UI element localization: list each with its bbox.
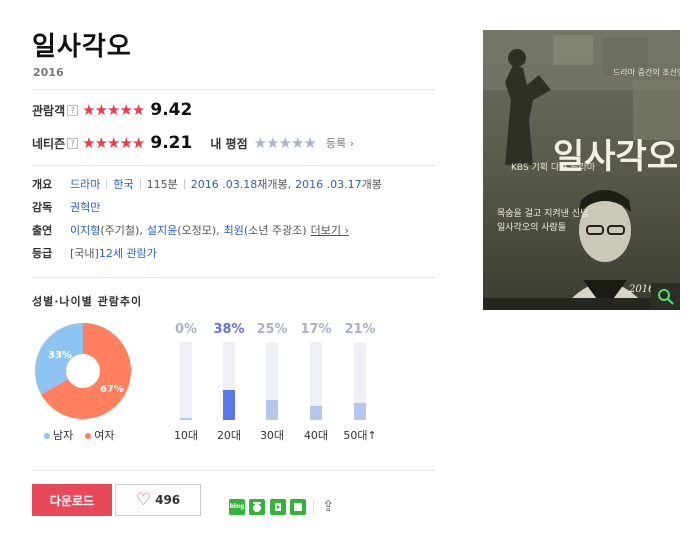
female-pct-label: 67% — [100, 384, 124, 395]
legend-female-label: 여자 — [94, 429, 115, 442]
age-bar — [223, 390, 235, 420]
divider — [313, 499, 314, 515]
age-pct-label: 0% — [174, 322, 198, 337]
age-bar-track — [354, 342, 366, 420]
grade-label: 등급 — [32, 247, 53, 260]
my-rating-stars[interactable]: ★★★★★ — [254, 134, 317, 152]
poster-title: 일사각오 — [553, 137, 678, 177]
age-label: 40대 — [303, 429, 329, 442]
female-dot-icon — [85, 433, 92, 439]
release-suffix: 개봉 — [361, 178, 382, 191]
trend-section-title: 성별·나이별 관람추이 — [32, 295, 143, 308]
download-button[interactable]: 다운로드 — [32, 484, 112, 516]
help-icon[interactable]: ? — [67, 137, 79, 149]
netizen-rating: 네티즌 ? ★★★★★ 9.21 내 평점 ★★★★★ 등록 › — [32, 132, 354, 154]
gender-legend: 남자 여자 — [44, 427, 115, 443]
age-bar-track — [223, 342, 235, 420]
age-bar — [310, 406, 322, 420]
age-bar-track — [266, 342, 278, 420]
age-pct-label: 17% — [300, 322, 332, 337]
cafe-icon[interactable] — [249, 499, 265, 515]
legend-male-label: 남자 — [53, 429, 74, 442]
poster-tagline-mid2: 일사각오의 사람들 — [497, 221, 566, 233]
age-label: 50대↑ — [343, 429, 377, 442]
overview-row: 개요 드라마 한국 115분 2016 .03.18 재개봉, 2016 .03… — [32, 176, 382, 192]
rerelease-date-link[interactable]: 2016 .03.18 — [191, 178, 257, 191]
poster-tagline-top: 드라마 중간의 조선인 마을의 도시 — [613, 67, 680, 77]
actor-link[interactable]: 최원 — [224, 222, 244, 238]
release-date-link[interactable]: 2016 .03.17 — [295, 178, 361, 191]
age-pct-label: 25% — [256, 322, 288, 337]
grade-link[interactable]: 12세 관람가 — [99, 245, 157, 261]
genre-link[interactable]: 드라마 — [70, 176, 100, 192]
actor-link[interactable]: 설지윤 — [147, 222, 177, 238]
age-column: 25% 30대 — [252, 322, 292, 443]
divider — [183, 179, 185, 189]
runtime: 115분 — [146, 178, 178, 191]
poster-image: 드라마 중간의 조선인 마을의 도시 KBS 기획 다큐 드라마 일사각오 목숨… — [483, 30, 680, 310]
movie-poster[interactable]: 드라마 중간의 조선인 마을의 도시 KBS 기획 다큐 드라마 일사각오 목숨… — [483, 30, 680, 310]
age-column: 38% 20대 — [209, 322, 249, 443]
actor-role: (오정모), — [177, 224, 220, 237]
age-column: 17% 40대 — [296, 322, 336, 443]
netizen-score: 9.21 — [150, 133, 193, 153]
age-bar — [354, 403, 366, 420]
legend-female: 여자 — [85, 427, 115, 443]
country-link[interactable]: 한국 — [113, 176, 133, 192]
audience-rating: 관람객 ? ★★★★★ 9.42 — [32, 99, 192, 121]
blog-icon[interactable]: blog — [229, 499, 245, 515]
actor-role: (소년 주광조) — [243, 224, 307, 237]
age-column: 0% 10대 — [166, 322, 206, 443]
actor-role: (주기철), — [100, 224, 143, 237]
memo-icon[interactable] — [290, 499, 306, 515]
male-dot-icon — [44, 433, 50, 439]
legend-male: 남자 — [44, 427, 73, 443]
more-cast-link[interactable]: 더보기 › — [311, 222, 349, 238]
netizen-rating-label: 네티즌 — [32, 136, 66, 151]
share-icon[interactable]: ⇪ — [322, 497, 335, 515]
age-label: 10대 — [173, 429, 199, 442]
cast-label: 출연 — [32, 224, 53, 237]
movie-title: 일사각오 — [32, 32, 132, 62]
rerelease-suffix: 재개봉, — [257, 178, 292, 191]
like-button[interactable]: ♡ 496 — [115, 484, 201, 516]
overview-label: 개요 — [32, 178, 53, 191]
cast-row: 출연 이지형 (주기철), 설지윤 (오정모), 최원 (소년 주광조) 더보기… — [32, 222, 349, 238]
grade-row: 등급 [국내] 12세 관람가 — [32, 245, 157, 261]
my-rating-label: 내 평점 — [210, 136, 248, 151]
help-icon[interactable]: ? — [67, 104, 79, 116]
divider — [106, 179, 108, 189]
audience-stars: ★★★★★ — [82, 101, 145, 119]
like-count: 496 — [155, 493, 181, 507]
age-bar-track — [310, 342, 322, 420]
actor-link[interactable]: 이지형 — [70, 222, 100, 238]
heart-icon: ♡ — [135, 489, 152, 510]
grade-region: [국내] — [70, 247, 99, 260]
age-bar — [180, 418, 192, 420]
age-label: 30대 — [259, 429, 285, 442]
age-bar-track — [180, 342, 192, 420]
age-pct-label: 21% — [344, 322, 376, 337]
movie-year: 2016 — [33, 66, 64, 79]
age-pct-label: 38% — [213, 322, 245, 337]
director-link[interactable]: 권혁만 — [70, 199, 100, 215]
audience-rating-label: 관람객 — [32, 103, 66, 118]
age-label: 20대 — [216, 429, 242, 442]
divider — [32, 165, 436, 166]
male-pct-label: 33% — [48, 350, 72, 361]
director-row: 감독 권혁만 — [32, 199, 100, 215]
divider — [139, 179, 141, 189]
age-bar — [266, 400, 278, 420]
audience-score: 9.42 — [150, 100, 193, 120]
divider — [32, 277, 436, 278]
gender-donut-chart: 33% 67% — [34, 323, 131, 419]
divider — [32, 470, 436, 471]
divider — [32, 89, 436, 90]
poster-tagline-mid1: 목숨을 걸고 지켜낸 신념 — [497, 208, 588, 219]
register-rating-link[interactable]: 등록 › — [326, 135, 354, 151]
band-icon[interactable] — [270, 499, 286, 515]
age-column: 21% 50대↑ — [340, 322, 380, 443]
netizen-stars: ★★★★★ — [82, 134, 145, 152]
director-label: 감독 — [32, 201, 53, 214]
